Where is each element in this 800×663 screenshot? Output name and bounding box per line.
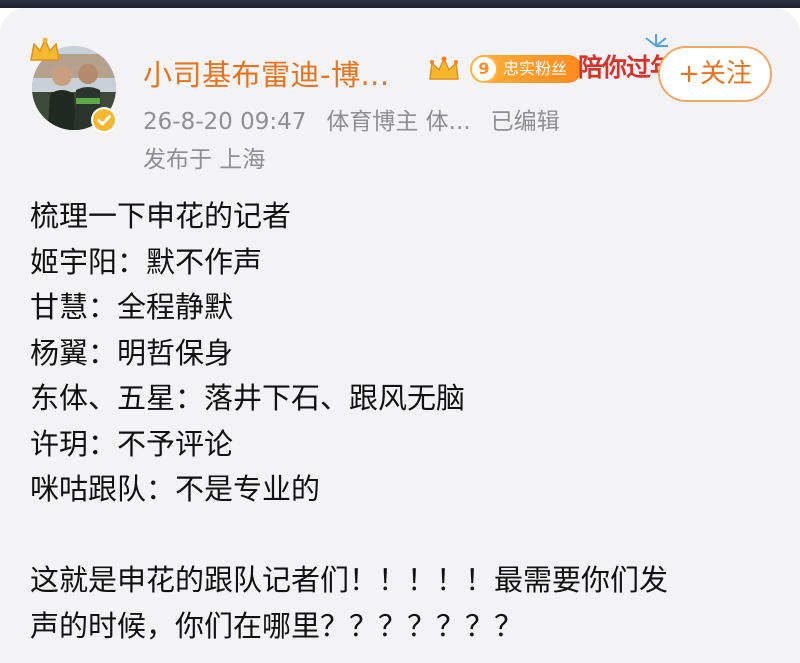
- author-category[interactable]: 体育博主 体...: [326, 109, 470, 135]
- post-line: 许玥：不予评论: [30, 426, 234, 461]
- fan-level: 9: [470, 55, 498, 83]
- post-content: 梳理一下申花的记者 姬宇阳：默不作声 甘慧：全程静默 杨翼：明哲保身 东体、五星…: [30, 194, 780, 649]
- edited-label[interactable]: 已编辑: [491, 109, 560, 135]
- post-line: 东体、五星：落井下石、跟风无脑: [30, 381, 466, 415]
- post-line: 杨翼：明哲保身: [30, 335, 234, 370]
- post-meta: 26-8-20 09:47 体育博主 体... 已编辑: [143, 102, 580, 136]
- verified-badge-icon: [91, 107, 117, 133]
- author-name[interactable]: 小司基布雷迪-博...: [143, 52, 390, 94]
- status-strip: [0, 0, 800, 8]
- post-time: 26-8-20 09:47: [143, 109, 307, 135]
- vip-crown-icon: [429, 56, 459, 80]
- crown-icon: [30, 37, 60, 61]
- post-card: 小司基布雷迪-博... 9 忠实粉丝 陪你过年 +关注 26-8-20 09:4…: [0, 8, 800, 663]
- post-line: 甘慧：全程静默: [30, 290, 234, 324]
- fan-badge-label: 忠实粉丝: [503, 59, 568, 78]
- post-line: 姬宇阳：默不作声: [30, 244, 263, 279]
- follow-button[interactable]: +关注: [658, 46, 772, 102]
- post-line: 梳理一下申花的记者: [30, 199, 292, 233]
- post-closing-line: 声的时候，你们在哪里？？？？？？？: [30, 608, 524, 643]
- post-location: 发布于 上海: [143, 147, 266, 173]
- post-line: 咪咕跟队：不是专业的: [30, 472, 321, 506]
- post-closing-line: 这就是申花的跟队记者们！！！！！最需要你们发: [30, 563, 669, 597]
- fan-badge[interactable]: 9 忠实粉丝: [470, 55, 582, 83]
- author-avatar-group[interactable]: [28, 36, 120, 136]
